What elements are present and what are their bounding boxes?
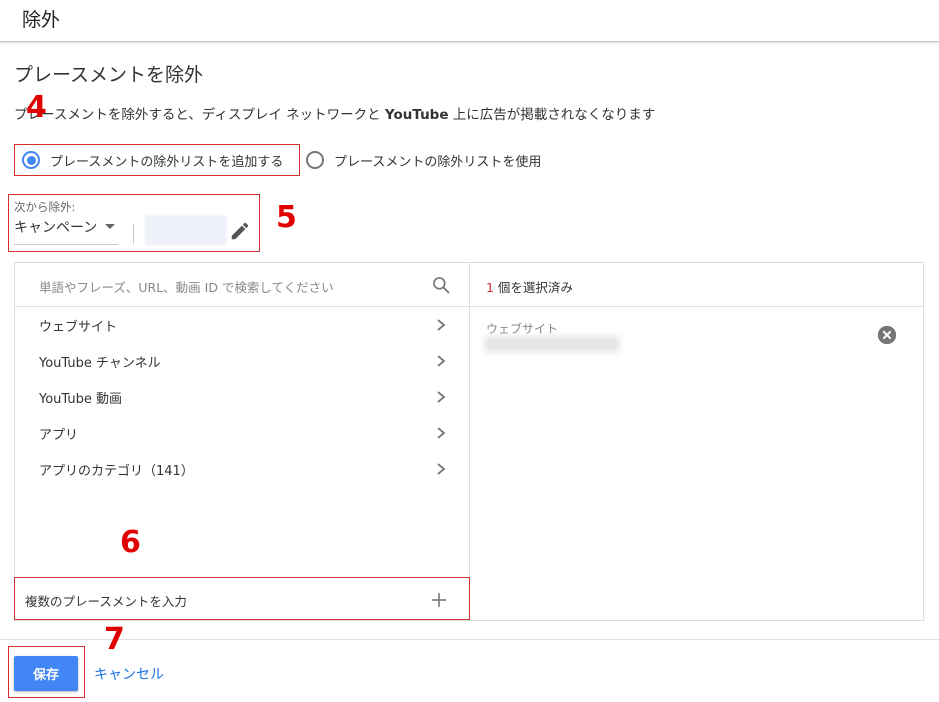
- annotation-number-5: 5: [276, 200, 297, 235]
- selected-item-type: ウェブサイト: [486, 322, 559, 336]
- selected-count: 1: [486, 280, 494, 295]
- annotation-box-radio: [14, 144, 300, 176]
- description: プレースメントを除外すると、ディスプレイ ネットワークと YouTube 上に広…: [14, 103, 655, 123]
- category-label: YouTube 動画: [39, 392, 122, 407]
- annotation-box-multi-entry: [14, 577, 470, 620]
- description-bold: YouTube: [384, 107, 449, 123]
- browse-column: 単語やフレーズ、URL、動画 ID で検索してください ウェブサイト YouTu…: [15, 263, 470, 620]
- description-suffix: 上に広告が掲載されなくなります: [448, 107, 656, 123]
- dialog-header: 除外: [0, 0, 939, 42]
- annotation-number-7: 7: [104, 622, 125, 657]
- selected-item-url: [484, 336, 620, 352]
- radio-unchecked-icon[interactable]: [306, 151, 324, 169]
- selected-header: 1 個を選択済み: [470, 263, 923, 307]
- category-item-youtube-videos[interactable]: YouTube 動画: [15, 379, 469, 415]
- search-icon[interactable]: [431, 275, 451, 295]
- radio-use-exclusion-list[interactable]: プレースメントの除外リストを使用: [306, 148, 541, 172]
- chevron-right-icon: [437, 391, 446, 403]
- category-item-app-categories[interactable]: アプリのカテゴリ（141）: [15, 451, 469, 487]
- selected-column: 1 個を選択済み ウェブサイト: [470, 263, 923, 620]
- category-item-youtube-channels[interactable]: YouTube チャンネル: [15, 343, 469, 379]
- category-item-websites[interactable]: ウェブサイト: [15, 307, 469, 343]
- annotation-number-6: 6: [120, 525, 141, 560]
- annotation-box-save: [8, 646, 85, 698]
- selected-count-suffix: 個を選択済み: [493, 280, 573, 295]
- footer-divider: [0, 639, 939, 640]
- search-bar[interactable]: 単語やフレーズ、URL、動画 ID で検索してください: [15, 263, 469, 307]
- chevron-right-icon: [437, 427, 446, 439]
- annotation-number-4: 4: [26, 90, 47, 125]
- placement-panel: 単語やフレーズ、URL、動画 ID で検索してください ウェブサイト YouTu…: [14, 262, 924, 621]
- chevron-right-icon: [437, 355, 446, 367]
- chevron-right-icon: [437, 319, 446, 331]
- category-label: YouTube チャンネル: [39, 356, 161, 371]
- chevron-right-icon: [437, 463, 446, 475]
- category-label: アプリのカテゴリ（141）: [39, 464, 194, 479]
- category-item-apps[interactable]: アプリ: [15, 415, 469, 451]
- radio-label: プレースメントの除外リストを使用: [334, 154, 542, 170]
- header-title: 除外: [22, 9, 61, 31]
- cancel-button[interactable]: キャンセル: [94, 664, 164, 684]
- annotation-box-exclude-from: [8, 194, 260, 252]
- close-circle-icon[interactable]: [876, 324, 898, 346]
- search-input[interactable]: 単語やフレーズ、URL、動画 ID で検索してください: [39, 277, 334, 296]
- description-prefix: プレースメントを除外すると、ディスプレイ ネットワークと: [14, 107, 385, 123]
- section-title: プレースメントを除外: [14, 64, 204, 86]
- selected-count-text: 1 個を選択済み: [486, 277, 573, 296]
- category-label: ウェブサイト: [39, 320, 118, 335]
- category-label: アプリ: [39, 428, 79, 443]
